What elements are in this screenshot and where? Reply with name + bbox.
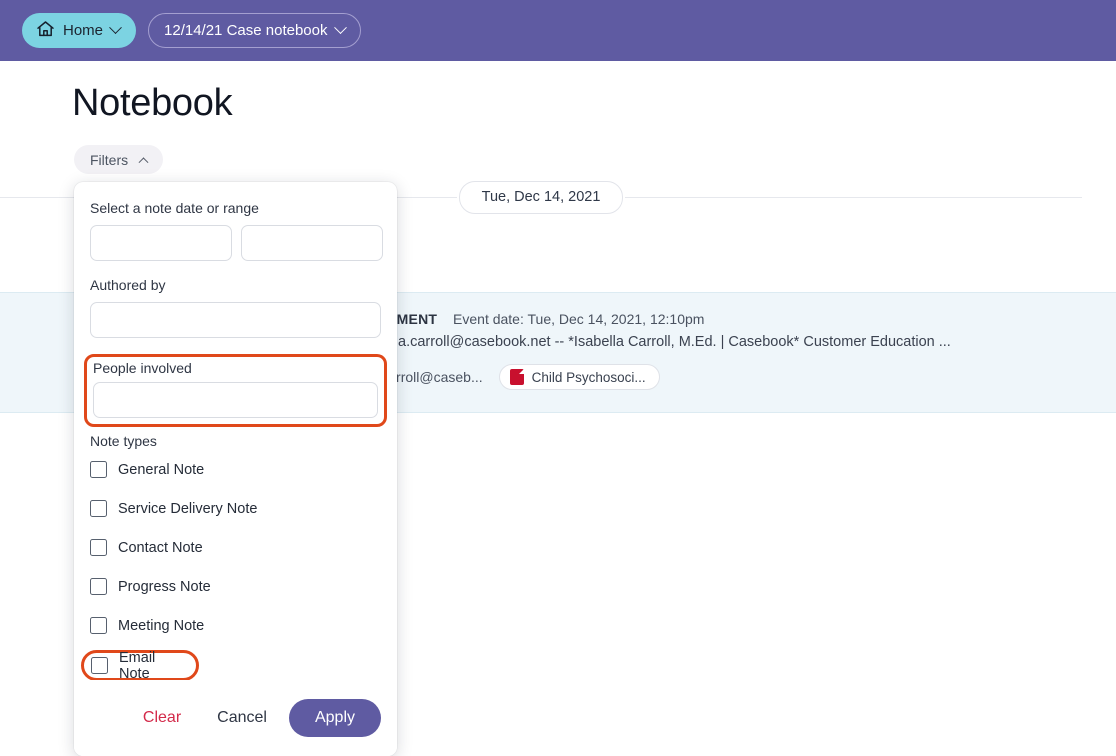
attachment-chip-label: Child Psychosoci...	[531, 369, 646, 385]
home-icon	[36, 20, 55, 42]
note-types-checkbox-list: General Note Service Delivery Note Conta…	[81, 455, 381, 682]
filter-panel-actions: Clear Cancel Apply	[74, 680, 397, 756]
filters-toggle-button[interactable]: Filters	[74, 145, 164, 174]
authored-by-label: Authored by	[90, 277, 166, 293]
note-chip-row: abella.carroll@caseb... Child Psychosoci…	[340, 364, 1116, 390]
chevron-up-icon	[138, 157, 149, 168]
checkbox-icon[interactable]	[90, 500, 107, 517]
note-type-option-progress[interactable]: Progress Note	[90, 572, 381, 601]
note-types-label: Note types	[90, 433, 157, 449]
checkbox-icon[interactable]	[90, 617, 107, 634]
pdf-file-icon	[509, 369, 524, 385]
notebook-breadcrumb-pill[interactable]: 12/14/21 Case notebook	[148, 13, 362, 48]
date-range-label: Select a note date or range	[90, 200, 259, 216]
home-label: Home	[63, 22, 104, 39]
note-type-label: Email Note	[119, 649, 156, 682]
note-type-label: General Note	[118, 461, 205, 478]
top-navigation-bar: Home 12/14/21 Case notebook	[0, 0, 1116, 61]
timeline-date-pill[interactable]: Tue, Dec 14, 2021	[458, 180, 624, 214]
note-type-option-email[interactable]: Email Note	[81, 649, 199, 682]
people-involved-input[interactable]	[93, 382, 378, 418]
date-range-filter-group: Select a note date or range	[90, 200, 383, 261]
note-type-option-contact[interactable]: Contact Note	[90, 533, 381, 562]
note-event-date: Event date: Tue, Dec 14, 2021, 12:10pm	[453, 311, 705, 327]
clear-button[interactable]: Clear	[129, 701, 195, 735]
date-to-input[interactable]	[241, 225, 383, 261]
checkbox-icon[interactable]	[91, 657, 108, 674]
note-meta-row: ATTACHMENT Event date: Tue, Dec 14, 2021…	[340, 311, 1116, 327]
authored-by-filter-group: Authored by	[90, 277, 381, 338]
note-type-label: Contact Note	[118, 539, 203, 556]
checkbox-icon[interactable]	[90, 461, 107, 478]
cancel-button[interactable]: Cancel	[203, 701, 281, 735]
date-from-input[interactable]	[90, 225, 232, 261]
chevron-down-icon	[109, 21, 122, 35]
people-involved-label: People involved	[93, 360, 192, 376]
note-type-label: Meeting Note	[118, 617, 205, 634]
apply-button[interactable]: Apply	[288, 699, 381, 737]
authored-by-input[interactable]	[90, 302, 381, 338]
checkbox-icon[interactable]	[90, 539, 107, 556]
divider-line-right	[625, 196, 1083, 198]
filters-dropdown-panel: Select a note date or range Authored by …	[74, 182, 397, 756]
note-type-option-meeting[interactable]: Meeting Note	[90, 611, 381, 640]
note-body-preview: er isabella.carroll@casebook.net -- *Isa…	[340, 334, 951, 350]
people-involved-filter-group: People involved	[84, 354, 387, 427]
home-breadcrumb-pill[interactable]: Home	[22, 13, 137, 48]
note-attachment-chip[interactable]: Child Psychosoci...	[498, 364, 660, 390]
note-type-option-general[interactable]: General Note	[90, 455, 381, 484]
date-range-inputs	[90, 225, 383, 261]
note-type-option-service-delivery[interactable]: Service Delivery Note	[90, 494, 381, 523]
note-type-label: Progress Note	[118, 578, 211, 595]
page-title: Notebook	[72, 82, 233, 124]
note-type-label: Service Delivery Note	[118, 500, 258, 517]
filters-button-label: Filters	[90, 151, 129, 168]
checkbox-icon[interactable]	[90, 578, 107, 595]
chevron-down-icon	[334, 21, 348, 35]
breadcrumb-label: 12/14/21 Case notebook	[164, 22, 328, 39]
